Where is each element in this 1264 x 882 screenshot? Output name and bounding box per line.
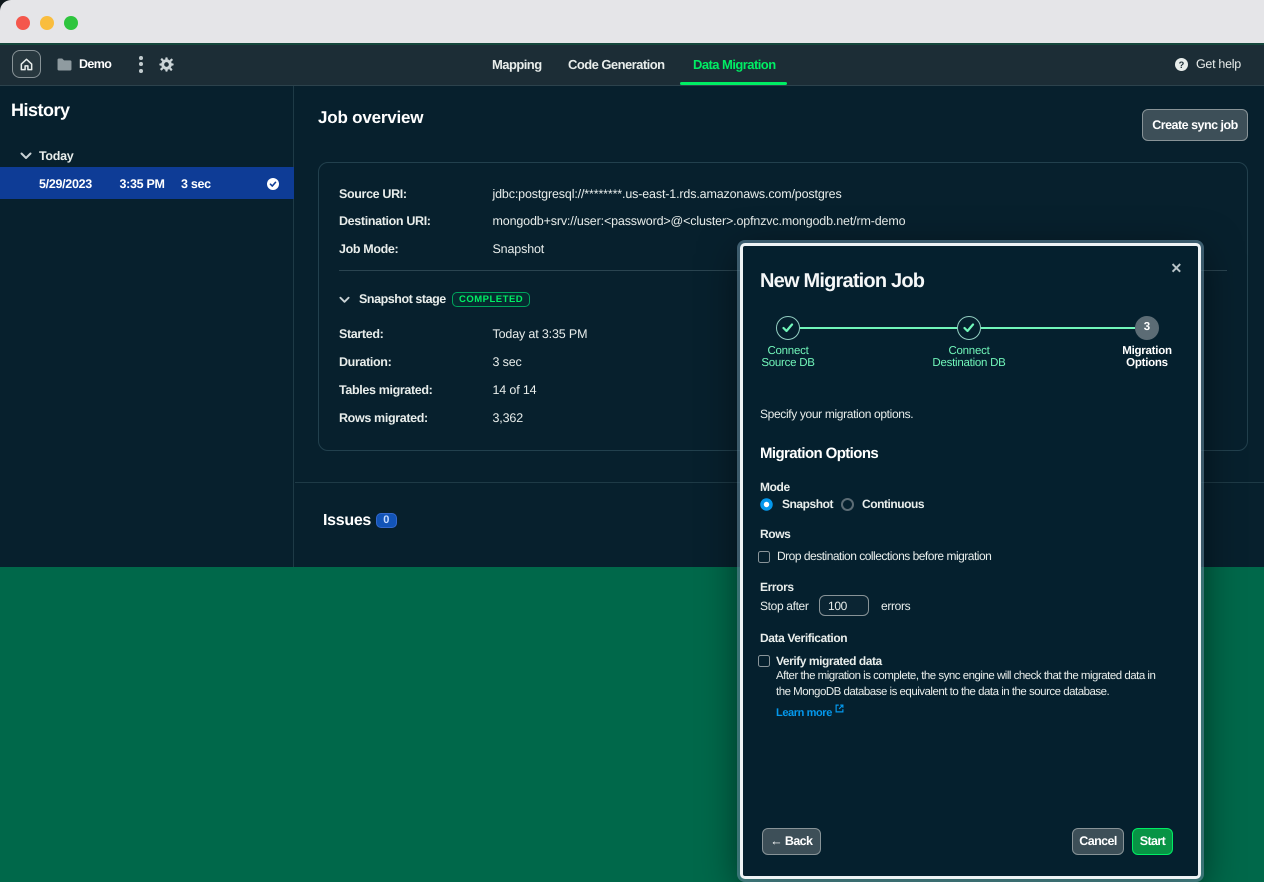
svg-text:?: ?	[1179, 60, 1185, 70]
